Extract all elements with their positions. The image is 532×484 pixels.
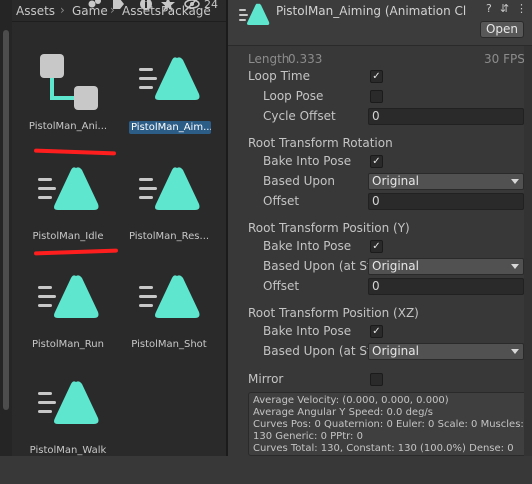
project-toolbar: Assets › Game › AssetsPackage 24 bbox=[0, 0, 226, 22]
stats-line: Curves Total: 130, Constant: 130 (100.0%… bbox=[253, 443, 514, 454]
animation-clip-icon bbox=[239, 3, 270, 26]
rotation-bake-row: Bake Into Pose ✓ bbox=[228, 152, 524, 170]
rotation-offset-label: Offset bbox=[263, 194, 300, 208]
animation-clip-icon bbox=[38, 275, 99, 318]
animation-clip-icon bbox=[139, 275, 200, 318]
hidden-count-badge: 24 bbox=[204, 0, 218, 11]
asset-label: PistolMan_Res... bbox=[128, 231, 210, 242]
project-scrollbar[interactable] bbox=[0, 0, 12, 456]
mirror-label: Mirror bbox=[248, 372, 284, 386]
position-xz-bake-row: Bake Into Pose ✓ bbox=[228, 322, 524, 340]
position-y-bake-row: Bake Into Pose ✓ bbox=[228, 237, 524, 255]
position-xz-based-dropdown[interactable]: Original bbox=[368, 343, 524, 360]
asset-item-pistolman-reset[interactable]: PistolMan_Res... bbox=[121, 160, 217, 270]
loop-time-label: Loop Time bbox=[248, 69, 310, 83]
length-label: Length bbox=[248, 52, 290, 66]
asset-label: PistolMan_Idle bbox=[32, 231, 104, 242]
rotation-header-row: Root Transform Rotation bbox=[228, 134, 524, 152]
asset-item-pistolman-controller[interactable]: PistolMan_Ani... bbox=[20, 50, 116, 160]
dropdown-value: Original bbox=[372, 259, 419, 273]
length-value: 0.333 bbox=[288, 52, 323, 66]
rotation-based-row: Based Upon Original bbox=[228, 172, 524, 190]
position-y-header-row: Root Transform Position (Y) bbox=[228, 219, 524, 237]
help-icon[interactable]: ? bbox=[486, 2, 492, 15]
more-menu-icon[interactable]: ⋮ bbox=[516, 2, 527, 15]
rotation-based-label: Based Upon bbox=[263, 174, 335, 188]
loop-pose-checkbox[interactable] bbox=[370, 90, 383, 103]
stats-line: 130 Generic: 0 PPtr: 0 bbox=[253, 431, 363, 442]
animation-clip-icon bbox=[38, 381, 99, 424]
asset-label: PistolMan_Run bbox=[32, 339, 104, 350]
clip-stats-box: Average Velocity: (0.000, 0.000, 0.000) … bbox=[248, 392, 530, 456]
loop-pose-label: Loop Pose bbox=[263, 89, 324, 103]
position-y-offset-label: Offset bbox=[263, 279, 300, 293]
position-xz-based-row: Based Upon (at St Original bbox=[228, 342, 524, 360]
position-xz-based-label: Based Upon (at St bbox=[263, 344, 372, 358]
cycle-offset-field[interactable]: 0 bbox=[368, 108, 524, 125]
stats-line: Average Angular Y Speed: 0.0 deg/s bbox=[253, 407, 433, 418]
loop-time-checkbox[interactable]: ✓ bbox=[370, 70, 383, 83]
chevron-down-icon bbox=[511, 264, 519, 269]
inspector-title: PistolMan_Aiming (Animation Cli bbox=[276, 4, 466, 18]
chevron-down-icon bbox=[511, 349, 519, 354]
tag-icon[interactable] bbox=[110, 0, 126, 12]
position-y-based-label: Based Upon (at St bbox=[263, 259, 372, 273]
cycle-offset-row: Cycle Offset 0 bbox=[228, 107, 524, 125]
rotation-based-dropdown[interactable]: Original bbox=[368, 173, 524, 190]
rotation-bake-label: Bake Into Pose bbox=[263, 154, 352, 168]
dropdown-value: Original bbox=[372, 344, 419, 358]
position-y-offset-field[interactable]: 0 bbox=[368, 278, 524, 295]
inspector-panel: PistolMan_Aiming (Animation Cli ? ⇵ ⋮ Op… bbox=[228, 0, 532, 456]
eye-hidden-icon[interactable] bbox=[184, 0, 200, 12]
position-xz-header-row: Root Transform Position (XZ) bbox=[228, 304, 524, 322]
position-xz-bake-label: Bake Into Pose bbox=[263, 324, 352, 338]
open-button[interactable]: Open bbox=[480, 21, 524, 38]
position-y-offset-row: Offset 0 bbox=[228, 277, 524, 295]
asset-item-pistolman-run[interactable]: PistolMan_Run bbox=[20, 268, 116, 378]
scrollbar-thumb[interactable] bbox=[3, 30, 9, 410]
position-y-based-row: Based Upon (at St Original bbox=[228, 257, 524, 275]
chevron-down-icon bbox=[511, 179, 519, 184]
breadcrumb-separator: › bbox=[60, 3, 65, 17]
position-y-bake-checkbox[interactable]: ✓ bbox=[370, 240, 383, 253]
project-panel: Assets › Game › AssetsPackage 24 PistolM… bbox=[0, 0, 226, 456]
asset-label: PistolMan_Ani... bbox=[28, 121, 108, 132]
loop-pose-row: Loop Pose bbox=[228, 87, 524, 105]
animation-clip-icon bbox=[139, 57, 200, 100]
position-xz-bake-checkbox[interactable]: ✓ bbox=[370, 325, 383, 338]
animator-controller-icon bbox=[40, 54, 98, 110]
rotation-bake-checkbox[interactable]: ✓ bbox=[370, 155, 383, 168]
stats-line: Curves Pos: 0 Quaternion: 0 Euler: 0 Sca… bbox=[253, 419, 524, 430]
cycle-offset-label: Cycle Offset bbox=[263, 109, 336, 123]
settings-icon[interactable]: ⇵ bbox=[500, 2, 509, 15]
position-xz-header: Root Transform Position (XZ) bbox=[248, 306, 419, 320]
position-y-based-dropdown[interactable]: Original bbox=[368, 258, 524, 275]
star-icon[interactable] bbox=[160, 0, 176, 12]
info-icon[interactable] bbox=[138, 0, 154, 12]
loop-time-row: Loop Time ✓ bbox=[228, 67, 524, 85]
animation-clip-icon bbox=[38, 167, 99, 210]
asset-item-pistolman-walk[interactable]: PistolMan_Walk bbox=[20, 374, 116, 484]
asset-item-pistolman-aiming[interactable]: PistolMan_Aim... bbox=[121, 50, 217, 160]
animation-clip-icon bbox=[139, 167, 200, 210]
dropdown-value: Original bbox=[372, 174, 419, 188]
inspector-scrollbar[interactable] bbox=[524, 46, 532, 456]
asset-label: PistolMan_Walk bbox=[29, 445, 107, 456]
asset-label: PistolMan_Shot bbox=[131, 339, 207, 350]
breadcrumb-assets[interactable]: Assets bbox=[16, 4, 55, 18]
asset-item-pistolman-shot[interactable]: PistolMan_Shot bbox=[121, 268, 217, 378]
length-row: Length 0.333 30 FPS bbox=[228, 50, 525, 68]
rotation-offset-field[interactable]: 0 bbox=[368, 193, 524, 210]
scene-icon[interactable] bbox=[87, 0, 103, 12]
position-y-bake-label: Bake Into Pose bbox=[263, 239, 352, 253]
stats-line: Average Velocity: (0.000, 0.000, 0.000) bbox=[253, 395, 449, 406]
mirror-row: Mirror bbox=[228, 370, 524, 388]
position-y-header: Root Transform Position (Y) bbox=[248, 221, 410, 235]
asset-label: PistolMan_Aim... bbox=[129, 121, 211, 134]
mirror-checkbox[interactable] bbox=[370, 373, 383, 386]
rotation-offset-row: Offset 0 bbox=[228, 192, 524, 210]
rotation-header: Root Transform Rotation bbox=[248, 136, 393, 150]
fps-value: 30 FPS bbox=[484, 52, 525, 66]
inspector-header: PistolMan_Aiming (Animation Cli ? ⇵ ⋮ Op… bbox=[228, 0, 532, 46]
